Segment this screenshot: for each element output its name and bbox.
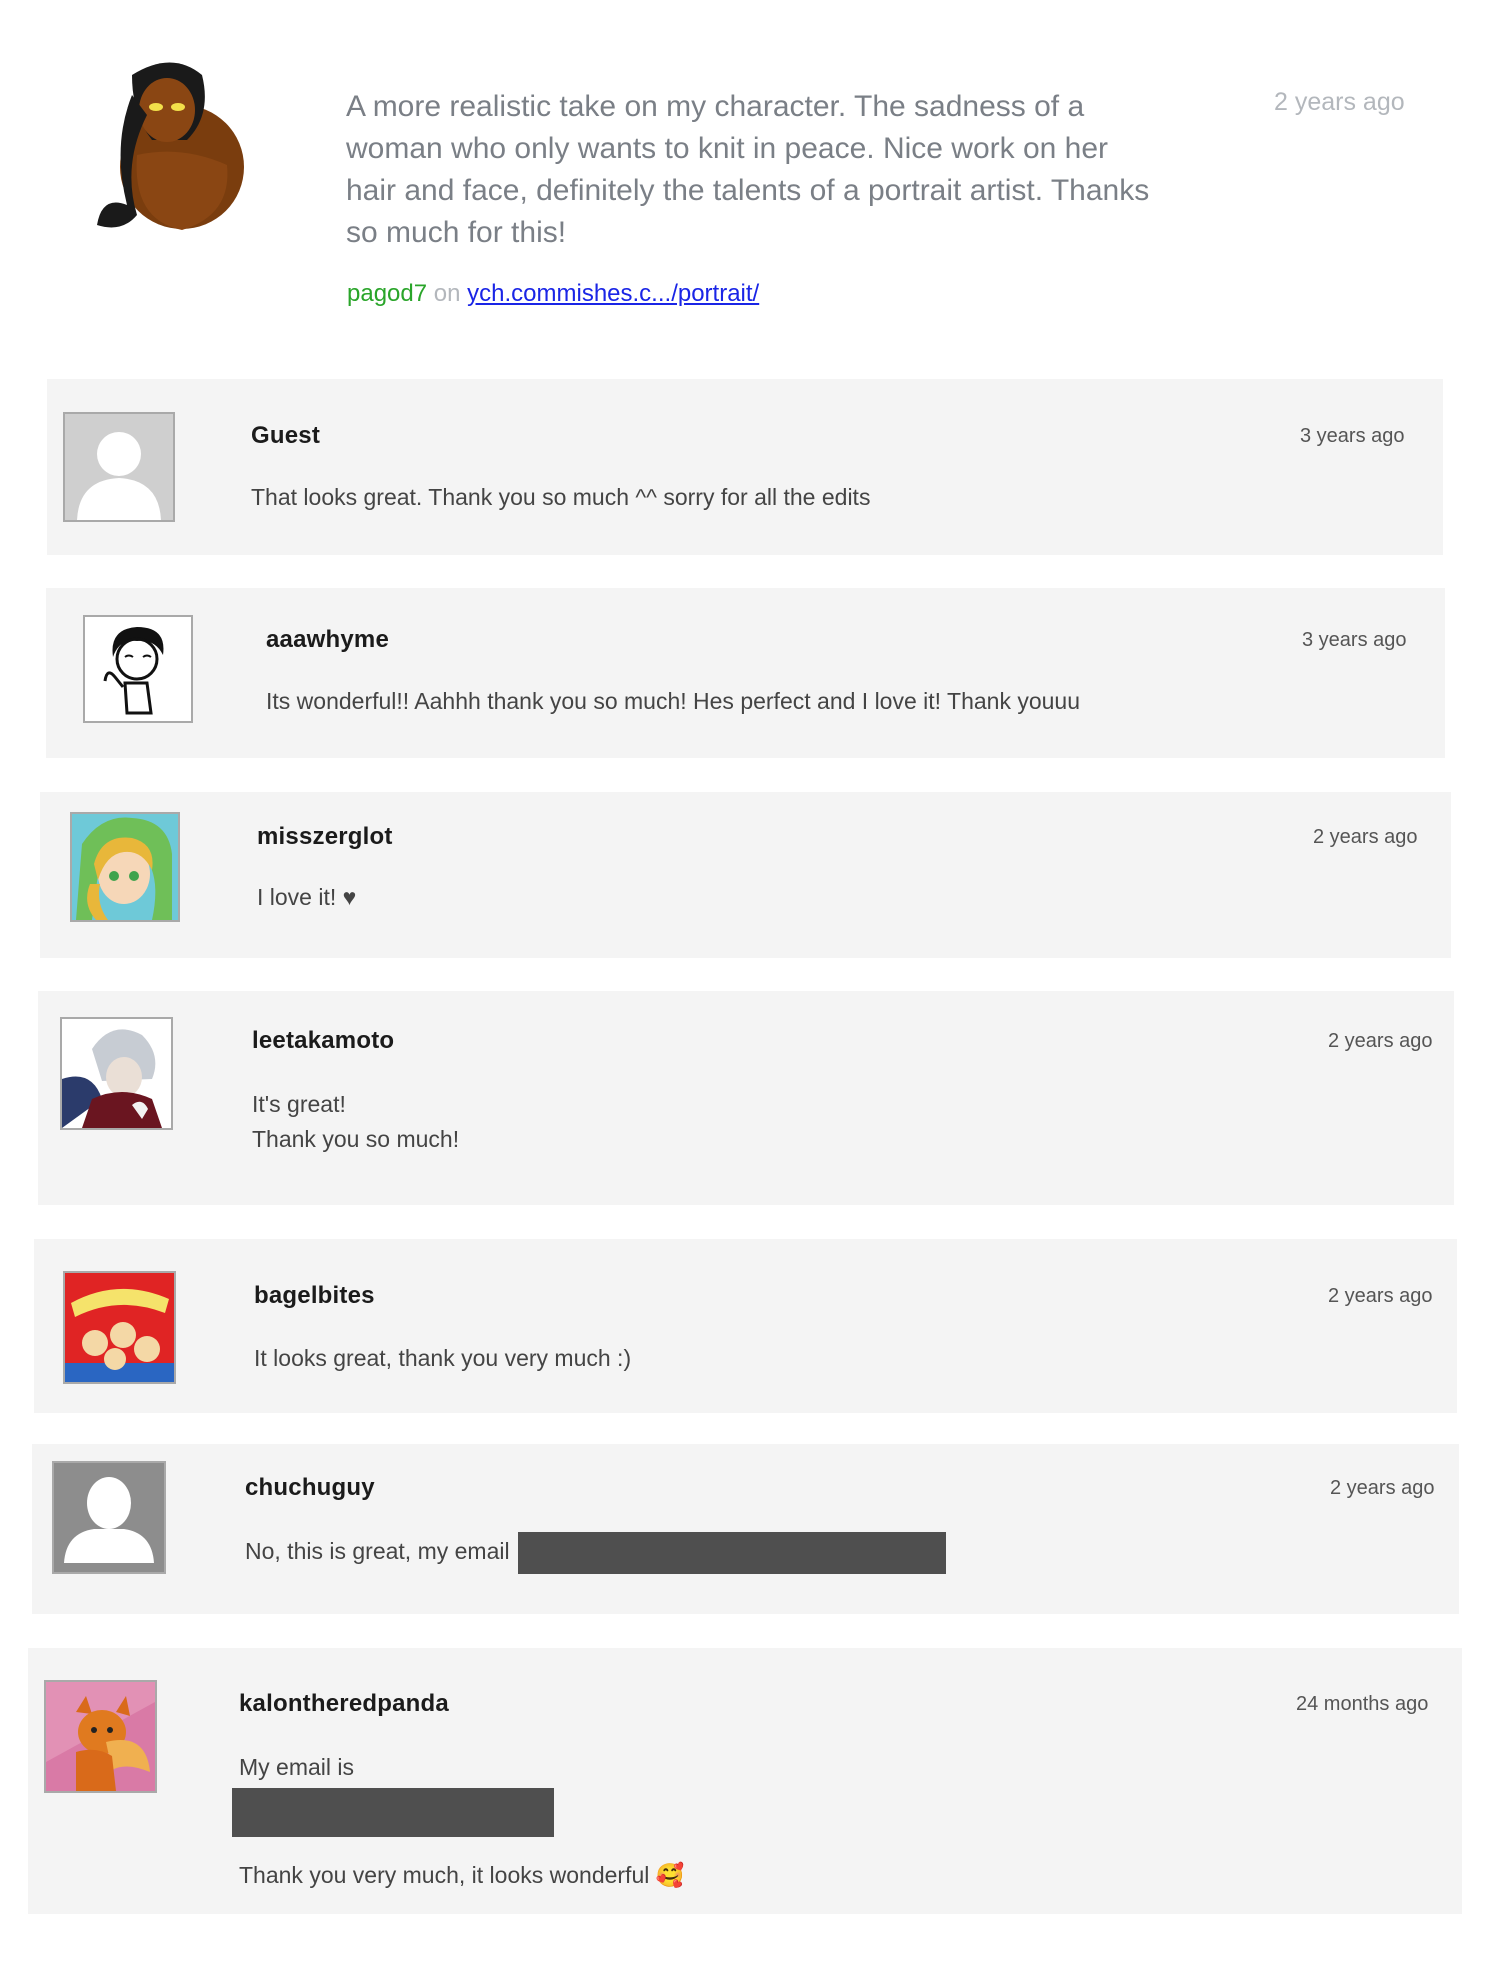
- default-user-icon[interactable]: [52, 1461, 166, 1574]
- comment-author[interactable]: misszerglot: [257, 823, 393, 851]
- comment-author[interactable]: chuchuguy: [245, 1474, 375, 1502]
- comment-line: It's great!: [252, 1091, 346, 1117]
- comment-line: Thank you so much!: [252, 1126, 460, 1152]
- comment-text: I love it! ♥: [257, 884, 357, 910]
- comment-author[interactable]: Guest: [251, 422, 320, 450]
- comment-timestamp: 2 years ago: [1330, 1477, 1435, 1499]
- bagel-bites-box-icon[interactable]: [63, 1271, 176, 1384]
- featured-comment-text: A more realistic take on my character. T…: [346, 90, 1150, 249]
- comment-card: Guest 3 years ago That looks great. Than…: [47, 379, 1443, 555]
- comment-timestamp: 2 years ago: [1328, 1030, 1433, 1052]
- comment-card: kalontheredpanda 24 months ago My email …: [28, 1648, 1462, 1914]
- featured-source-link[interactable]: ych.commishes.c.../portrait/: [467, 280, 759, 307]
- anime-boy-avatar-icon[interactable]: [60, 1017, 173, 1130]
- comment-card: misszerglot 2 years ago I love it! ♥: [40, 792, 1451, 958]
- featured-timestamp: 2 years ago: [1274, 88, 1405, 116]
- featured-on-label: on: [433, 280, 461, 307]
- comment-text: It's great! Thank you so much!: [252, 1087, 459, 1157]
- comment-line: Thank you very much, it looks wonderful …: [239, 1862, 685, 1888]
- comment-line: My email is: [239, 1754, 355, 1780]
- comment-line: No, this is great, my email: [245, 1538, 510, 1565]
- comment-timestamp: 3 years ago: [1300, 425, 1405, 447]
- featured-author-link[interactable]: pagod7: [347, 280, 427, 307]
- comment-timestamp: 3 years ago: [1302, 629, 1407, 651]
- comment-card: chuchuguy 2 years ago No, this is great,…: [32, 1444, 1459, 1614]
- featured-avatar-character-portrait-icon[interactable]: [92, 55, 252, 235]
- comment-author[interactable]: bagelbites: [254, 1282, 375, 1310]
- red-panda-avatar-icon[interactable]: [44, 1680, 157, 1793]
- comment-card: leetakamoto 2 years ago It's great! Than…: [38, 991, 1454, 1205]
- comment-text: It looks great, thank you very much :): [254, 1345, 632, 1371]
- comment-text: No, this is great, my email: [245, 1532, 946, 1574]
- comment-author[interactable]: leetakamoto: [252, 1027, 394, 1055]
- comment-timestamp: 2 years ago: [1328, 1285, 1433, 1307]
- comment-text: Its wonderful!! Aahhh thank you so much!…: [266, 688, 1080, 714]
- comment-text: That looks great. Thank you so much ^^ s…: [251, 484, 871, 510]
- comment-card: bagelbites 2 years ago It looks great, t…: [34, 1239, 1457, 1413]
- sketch-avatar-icon[interactable]: [83, 615, 193, 723]
- comment-timestamp: 24 months ago: [1296, 1693, 1429, 1715]
- redacted-email-block: [232, 1788, 554, 1837]
- default-user-icon[interactable]: [63, 412, 175, 522]
- anime-girl-avatar-icon[interactable]: [70, 812, 180, 922]
- comment-card: aaawhyme 3 years ago Its wonderful!! Aah…: [46, 588, 1445, 758]
- redacted-email-block: [517, 1532, 946, 1574]
- comment-timestamp: 2 years ago: [1313, 826, 1418, 848]
- featured-meta: pagod7 on ych.commishes.c.../portrait/: [347, 280, 759, 308]
- comment-author[interactable]: kalontheredpanda: [239, 1690, 449, 1718]
- comment-author[interactable]: aaawhyme: [266, 626, 389, 654]
